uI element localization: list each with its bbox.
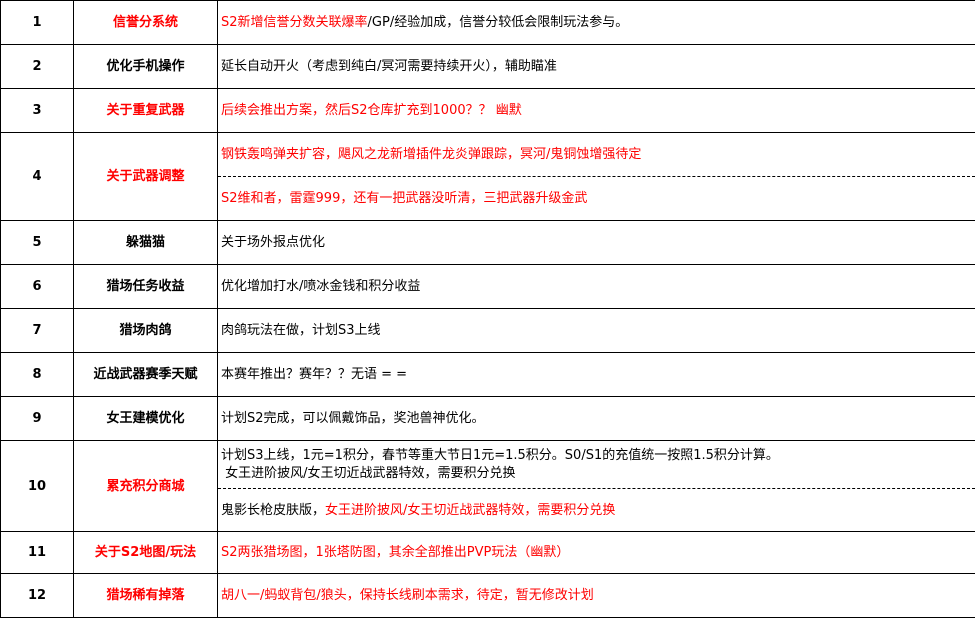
desc-segment: 后续会推出方案，然后S2仓库扩充到1000？？ 幽默 [221, 103, 522, 118]
row-topic[interactable]: 优化手机操作 [74, 45, 218, 89]
table-row: 3 关于重复武器 后续会推出方案，然后S2仓库扩充到1000？？ 幽默 [1, 89, 975, 133]
table-row: 5 躲猫猫 关于场外报点优化 [1, 221, 975, 265]
row-description[interactable]: 钢铁轰鸣弹夹扩容，飓风之龙新增插件龙炎弹跟踪，冥河/鬼铜蚀增强待定 [218, 133, 975, 177]
row-description[interactable]: 关于场外报点优化 [218, 221, 975, 265]
table-row: 4 关于武器调整 钢铁轰鸣弹夹扩容，飓风之龙新增插件龙炎弹跟踪，冥河/鬼铜蚀增强… [1, 133, 975, 177]
table-row: 9 女王建模优化 计划S2完成，可以佩戴饰品，奖池兽神优化。 [1, 397, 975, 441]
row-topic[interactable]: 猎场稀有掉落 [74, 574, 218, 618]
desc-segment: 关于场外报点优化 [221, 235, 325, 250]
row-topic[interactable]: 关于武器调整 [74, 133, 218, 221]
row-topic[interactable]: 信誉分系统 [74, 1, 218, 45]
desc-segment: 女王进阶披风/女王切近战武器特效，需要积分兑换 [221, 466, 516, 481]
desc-line: 计划S3上线，1元=1积分，春节等重大节日1元=1.5积分。S0/S1的充值统一… [221, 447, 975, 465]
row-number[interactable]: 7 [1, 309, 74, 353]
table-row: 8 近战武器赛季天赋 本赛年推出？赛年？？无语 = = [1, 353, 975, 397]
row-description[interactable]: 鬼影长枪皮肤版，女王进阶披风/女王切近战武器特效，需要积分兑换 [218, 489, 975, 532]
row-topic[interactable]: 女王建模优化 [74, 397, 218, 441]
desc-segment: 女王进阶披风/女王切近战武器特效，需要积分兑换 [325, 503, 615, 518]
row-description[interactable]: 优化增加打水/喷冰金钱和积分收益 [218, 265, 975, 309]
row-number[interactable]: 4 [1, 133, 74, 221]
row-number[interactable]: 8 [1, 353, 74, 397]
row-number[interactable]: 5 [1, 221, 74, 265]
table-row: 7 猎场肉鸽 肉鸽玩法在做，计划S3上线 [1, 309, 975, 353]
desc-segment: 鬼影长枪皮肤版， [221, 503, 325, 518]
desc-segment: 胡八一/蚂蚁背包/狼头，保持长线刷本需求，待定，暂无修改计划 [221, 588, 594, 603]
row-topic[interactable]: 近战武器赛季天赋 [74, 353, 218, 397]
row-description[interactable]: S2两张猎场图，1张塔防图，其余全部推出PVP玩法（幽默） [218, 532, 975, 574]
desc-segment: 优化增加打水/喷冰金钱和积分收益 [221, 279, 420, 294]
desc-segment: 计划S3上线，1元=1积分，春节等重大节日1元=1.5积分。S0/S1的充值统一… [221, 448, 779, 463]
row-number[interactable]: 3 [1, 89, 74, 133]
desc-segment: S2两张猎场图，1张塔防图，其余全部推出PVP玩法（幽默） [221, 545, 569, 560]
row-topic[interactable]: 猎场任务收益 [74, 265, 218, 309]
row-number[interactable]: 6 [1, 265, 74, 309]
row-topic[interactable]: 累充积分商城 [74, 441, 218, 532]
row-topic[interactable]: 关于S2地图/玩法 [74, 532, 218, 574]
desc-segment: 本赛年推出？赛年？？无语 = = [221, 367, 407, 382]
row-description[interactable]: S2新增信誉分数关联爆率/GP/经验加成，信誉分较低会限制玩法参与。 [218, 1, 975, 45]
desc-segment: S2维和者，雷霆999，还有一把武器没听清，三把武器升级金武 [221, 191, 587, 206]
row-description[interactable]: 本赛年推出？赛年？？无语 = = [218, 353, 975, 397]
desc-segment: 钢铁轰鸣弹夹扩容，飓风之龙新增插件龙炎弹跟踪，冥河/鬼铜蚀增强待定 [221, 147, 641, 162]
row-description[interactable]: 计划S2完成，可以佩戴饰品，奖池兽神优化。 [218, 397, 975, 441]
desc-segment: 肉鸽玩法在做，计划S3上线 [221, 323, 381, 338]
table-row: 6 猎场任务收益 优化增加打水/喷冰金钱和积分收益 [1, 265, 975, 309]
desc-segment: S2新增信誉分数关联爆率 [221, 15, 368, 30]
row-number[interactable]: 11 [1, 532, 74, 574]
row-number[interactable]: 9 [1, 397, 74, 441]
desc-segment: /GP/经验加成，信誉分较低会限制玩法参与。 [368, 15, 629, 30]
table-row: 12 猎场稀有掉落 胡八一/蚂蚁背包/狼头，保持长线刷本需求，待定，暂无修改计划 [1, 574, 975, 618]
notes-table: 1 信誉分系统 S2新增信誉分数关联爆率/GP/经验加成，信誉分较低会限制玩法参… [0, 0, 975, 618]
spreadsheet: 1 信誉分系统 S2新增信誉分数关联爆率/GP/经验加成，信誉分较低会限制玩法参… [0, 0, 975, 617]
row-topic[interactable]: 关于重复武器 [74, 89, 218, 133]
row-description[interactable]: 后续会推出方案，然后S2仓库扩充到1000？？ 幽默 [218, 89, 975, 133]
row-description[interactable]: 胡八一/蚂蚁背包/狼头，保持长线刷本需求，待定，暂无修改计划 [218, 574, 975, 618]
row-number[interactable]: 10 [1, 441, 74, 532]
table-row: 10 累充积分商城 计划S3上线，1元=1积分，春节等重大节日1元=1.5积分。… [1, 441, 975, 489]
desc-segment: 延长自动开火（考虑到纯白/冥河需要持续开火），辅助瞄准 [221, 59, 557, 74]
table-row: 2 优化手机操作 延长自动开火（考虑到纯白/冥河需要持续开火），辅助瞄准 [1, 45, 975, 89]
table-row: 11 关于S2地图/玩法 S2两张猎场图，1张塔防图，其余全部推出PVP玩法（幽… [1, 532, 975, 574]
desc-line: 女王进阶披风/女王切近战武器特效，需要积分兑换 [221, 465, 975, 483]
row-description[interactable]: 肉鸽玩法在做，计划S3上线 [218, 309, 975, 353]
row-description[interactable]: 计划S3上线，1元=1积分，春节等重大节日1元=1.5积分。S0/S1的充值统一… [218, 441, 975, 489]
row-description[interactable]: S2维和者，雷霆999，还有一把武器没听清，三把武器升级金武 [218, 177, 975, 221]
desc-segment: 计划S2完成，可以佩戴饰品，奖池兽神优化。 [221, 411, 485, 426]
row-number[interactable]: 1 [1, 1, 74, 45]
row-topic[interactable]: 躲猫猫 [74, 221, 218, 265]
row-number[interactable]: 12 [1, 574, 74, 618]
row-topic[interactable]: 猎场肉鸽 [74, 309, 218, 353]
table-row: 1 信誉分系统 S2新增信誉分数关联爆率/GP/经验加成，信誉分较低会限制玩法参… [1, 1, 975, 45]
row-number[interactable]: 2 [1, 45, 74, 89]
row-description[interactable]: 延长自动开火（考虑到纯白/冥河需要持续开火），辅助瞄准 [218, 45, 975, 89]
